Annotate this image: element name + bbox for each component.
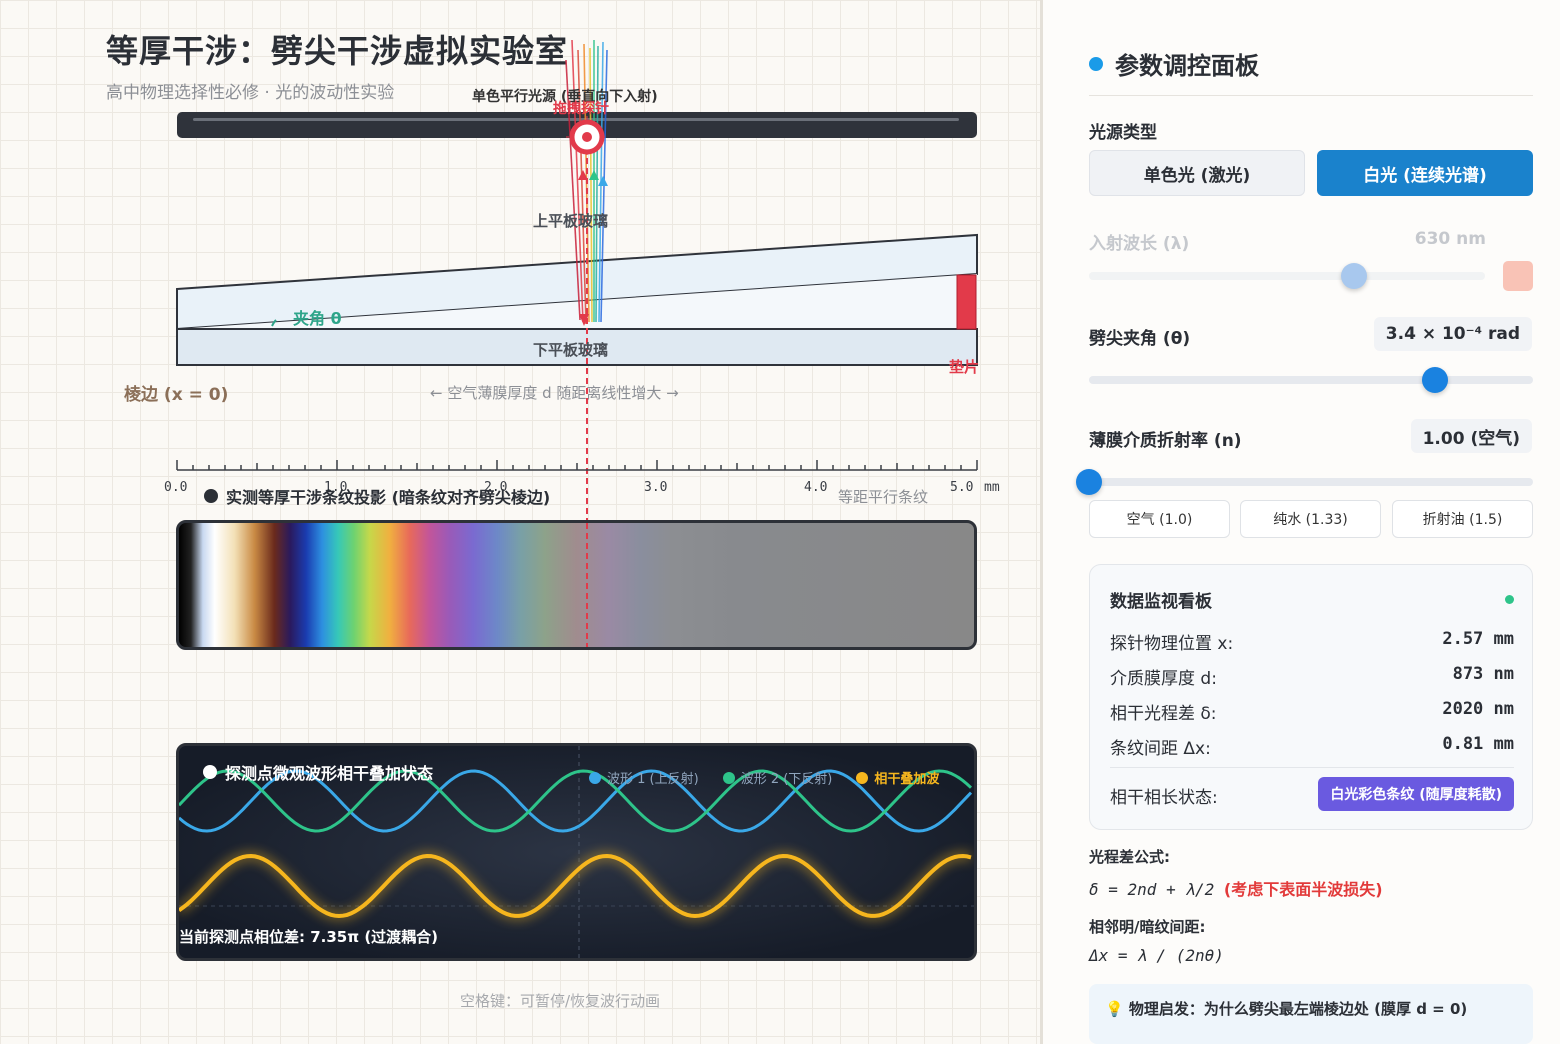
path-formula-note: (考虑下表面半波损失)	[1223, 880, 1383, 899]
monitor-row-position: 探针物理位置 x: 2.57 mm	[1110, 629, 1514, 654]
monitor-row-label: 介质膜厚度 d:	[1110, 669, 1217, 689]
ruler-tick-5: 5.0	[950, 480, 973, 495]
edge-label: 棱边 (x = 0)	[124, 385, 229, 405]
legend-wave-2: 波形 2 (下反射)	[722, 768, 832, 787]
index-label: 薄膜介质折射率 (n)	[1089, 431, 1242, 451]
monitor-row-thickness: 介质膜厚度 d: 873 nm	[1110, 664, 1514, 689]
wavelength-slider-track[interactable]	[1089, 272, 1485, 280]
monitor-card: 数据监视看板 探针物理位置 x: 2.57 mm 介质膜厚度 d: 873 nm…	[1089, 564, 1533, 830]
wavelength-value: 630 nm	[1414, 229, 1486, 249]
fringe-pattern[interactable]	[176, 520, 977, 650]
pattern-title-text: 实测等厚干涉条纹投影 (暗条纹对齐劈尖棱边)	[226, 488, 551, 507]
physics-insight-box[interactable]: 💡 物理启发：为什么劈尖最左端棱边处 (膜厚 d = 0)	[1089, 984, 1533, 1044]
monitor-row-path-diff: 相干光程差 δ: 2020 nm	[1110, 699, 1514, 724]
ruler-tick-3: 3.0	[644, 480, 667, 495]
monitor-divider	[1110, 767, 1514, 768]
waveform-title: 探测点微观波形相干叠加状态	[203, 760, 433, 784]
waveform-title-text: 探测点微观波形相干叠加状态	[225, 764, 434, 783]
monitor-title: 数据监视看板	[1110, 592, 1212, 612]
medium-oil-button[interactable]: 折射油 (1.5)	[1392, 500, 1533, 538]
monitor-row-value: 873 nm	[1452, 664, 1514, 684]
path-formula-label: 光程差公式:	[1089, 848, 1170, 866]
waveform-panel: 探测点微观波形相干叠加状态 波形 1 (上反射) 波形 2 (下反射) 相干叠加…	[176, 743, 977, 961]
index-slider-knob[interactable]	[1076, 469, 1102, 495]
monitor-row-value: 2020 nm	[1442, 699, 1514, 719]
wavelength-color-swatch	[1503, 261, 1533, 291]
monitor-row-value: 0.81 mm	[1442, 734, 1514, 754]
monitor-row-spacing: 条纹间距 Δx: 0.81 mm	[1110, 734, 1514, 759]
index-slider-track[interactable]	[1089, 478, 1533, 486]
ruler-tick-4: 4.0	[804, 480, 827, 495]
panel-title-divider	[1089, 95, 1533, 96]
fringe-probe-overlay	[586, 523, 588, 647]
legend-dot-yellow	[856, 771, 869, 784]
wavelength-slider-knob[interactable]	[1341, 263, 1368, 289]
waveform-legend: 波形 1 (上反射) 波形 2 (下反射) 相干叠加波	[589, 768, 939, 787]
legend-wave-sum: 相干叠加波	[856, 768, 939, 787]
spacing-formula-label: 相邻明/暗纹间距:	[1089, 918, 1206, 936]
film-thickness-label: ← 空气薄膜厚度 d 随距离线性增大 →	[430, 384, 679, 402]
medium-air-button[interactable]: 空气 (1.0)	[1089, 500, 1230, 538]
path-formula: δ = 2nd + λ/2 (考虑下表面半波损失)	[1089, 876, 1383, 900]
experiment-canvas: 等厚干涉：劈尖干涉虚拟实验室 高中物理选择性必修 · 光的波动性实验 0.0 1…	[0, 0, 1040, 1044]
monitor-row-label: 探针物理位置 x:	[1110, 634, 1234, 654]
ruler-unit: mm	[984, 480, 1000, 495]
lower-plate-label: 下平板玻璃	[533, 341, 609, 359]
angle-slider-knob[interactable]	[1422, 367, 1449, 393]
legend-dot-blue	[589, 771, 601, 784]
angle-label: 夹角 θ	[293, 309, 342, 328]
ruler	[176, 460, 978, 471]
spacing-formula: Δx = λ / (2nθ)	[1089, 946, 1224, 965]
monitor-row-label: 相干光程差 δ:	[1110, 704, 1217, 724]
phase-readout: 当前探测点相位差: 7.35π (过渡耦合)	[179, 928, 439, 946]
shim-label: 垫片	[949, 358, 980, 376]
medium-water-button[interactable]: 纯水 (1.33)	[1240, 500, 1381, 538]
monitor-row-value: 2.57 mm	[1442, 629, 1514, 649]
path-formula-text: δ = 2nd + λ/2	[1089, 880, 1215, 899]
index-value: 1.00 (空气)	[1410, 419, 1532, 453]
white-light-button[interactable]: 白光 (连续光谱)	[1317, 150, 1533, 196]
monitor-status-dot-icon	[1505, 595, 1514, 604]
ray-arrow-blue	[598, 176, 608, 186]
control-panel: 参数调控面板 光源类型 单色光 (激光) 白光 (连续光谱) 入射波长 (λ) …	[1043, 0, 1560, 1044]
pattern-title: 实测等厚干涉条纹投影 (暗条纹对齐劈尖棱边)	[204, 484, 550, 508]
waveform-bullet-icon	[203, 765, 217, 779]
angle-param-label: 劈尖夹角 (θ)	[1089, 329, 1191, 349]
legend-dot-green	[722, 771, 735, 784]
source-type-label: 光源类型	[1089, 123, 1157, 143]
monitor-state-label: 相干相长状态:	[1110, 788, 1218, 808]
monitor-row-label: 条纹间距 Δx:	[1110, 739, 1211, 759]
upper-plate-label: 上平板玻璃	[533, 212, 609, 230]
monitor-state-badge: 白光彩色条纹 (随厚度耗散)	[1318, 777, 1514, 811]
shim	[956, 274, 977, 330]
pattern-bullet-icon	[204, 489, 218, 503]
legend-wave-1: 波形 1 (上反射)	[589, 768, 699, 787]
wave-superposition	[179, 853, 972, 919]
panel-title-text: 参数调控面板	[1115, 52, 1259, 80]
monochrome-button[interactable]: 单色光 (激光)	[1089, 150, 1305, 196]
pattern-note: 等距平行条纹	[838, 488, 929, 506]
panel-title-dot-icon	[1089, 56, 1103, 71]
panel-title: 参数调控面板	[1089, 46, 1259, 81]
angle-param-value: 3.4 × 10⁻⁴ rad	[1373, 317, 1532, 351]
ruler-tick-0: 0.0	[164, 480, 187, 495]
keyboard-hint: 空格键：可暂停/恢复波行动画	[460, 992, 661, 1010]
angle-slider-track[interactable]	[1089, 376, 1533, 384]
drag-probe-label[interactable]: 拖拽探针	[553, 98, 609, 118]
wavelength-label: 入射波长 (λ)	[1089, 234, 1190, 254]
light-source-highlight	[193, 118, 959, 121]
